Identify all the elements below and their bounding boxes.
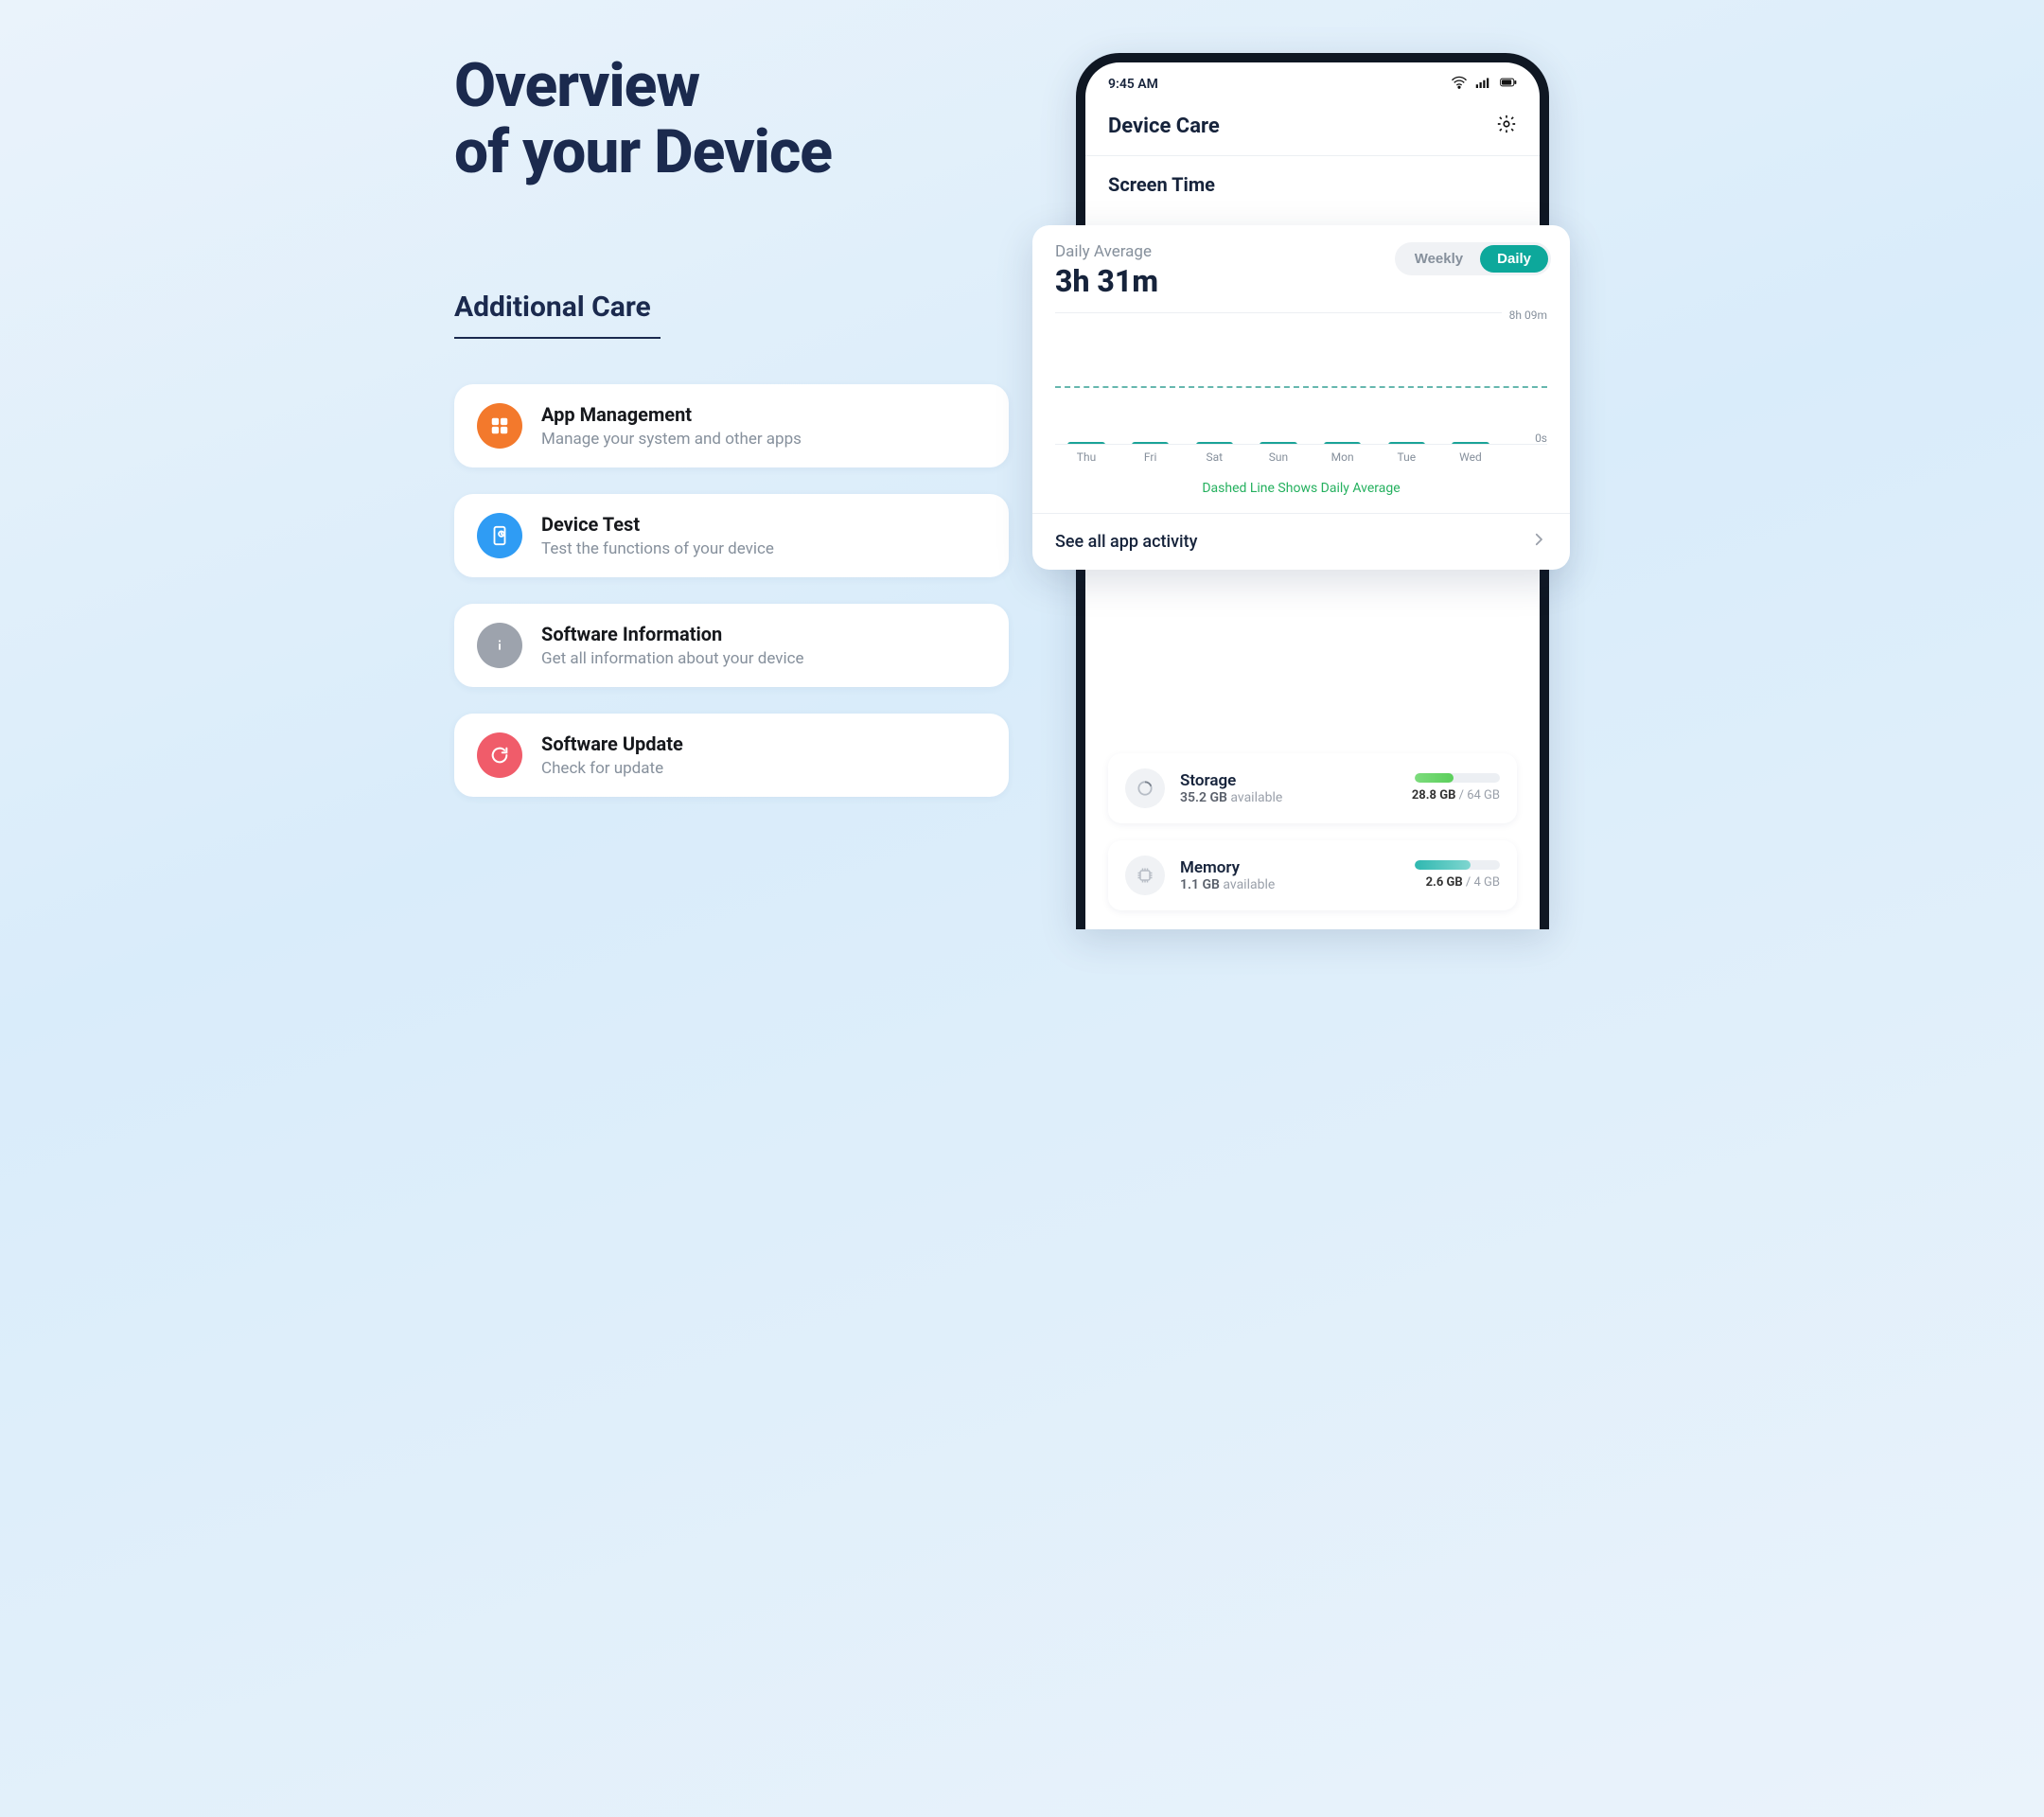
chart-bar[interactable] [1059,442,1114,445]
memory-nums: 2.6 GB / 4 GB [1426,875,1500,890]
settings-button[interactable] [1496,114,1517,138]
chart-ymin: 0s [1535,432,1547,445]
chart-bar[interactable] [1315,442,1370,445]
chart-caption: Dashed Line Shows Daily Average [1032,467,1570,513]
storage-icon [1125,768,1165,808]
chart-bar[interactable] [1251,442,1306,445]
chart-bar-label: Wed [1443,450,1498,464]
section-title: Additional Care [454,291,661,339]
screen-time-label: Screen Time [1085,156,1540,205]
refresh-icon [477,732,522,778]
app-header-title: Device Care [1108,115,1220,138]
phone-mockup: 9:45 AM Device Care Screen Time [1076,53,1549,929]
storage-nums: 28.8 GB / 64 GB [1412,788,1500,803]
care-item-subtitle: Check for update [541,759,683,778]
care-item-title: Device Test [541,513,774,536]
chart-bar[interactable] [1443,442,1498,445]
chart-bar[interactable] [1379,442,1434,445]
signal-icon [1475,76,1492,93]
page-title: Overview of your Device [454,53,1009,186]
chart-bar-label: Mon [1315,450,1370,464]
chart-bar-label: Sat [1187,450,1242,464]
see-all-activity[interactable]: See all app activity [1032,513,1570,570]
storage-name: Storage [1180,771,1397,790]
storage-progress [1415,773,1500,783]
memory-card[interactable]: Memory 1.1 GB available 2.6 GB / 4 GB [1108,840,1517,910]
phone-check-icon [477,513,522,558]
screen-time-card: Daily Average 3h 31m Weekly Daily 8h 09m… [1032,225,1570,570]
see-all-label: See all app activity [1055,532,1197,552]
chart-bar[interactable] [1187,442,1242,445]
memory-icon [1125,856,1165,895]
care-item-subtitle: Manage your system and other apps [541,430,802,449]
storage-card[interactable]: Storage 35.2 GB available 28.8 GB / 64 G… [1108,753,1517,823]
care-item-subtitle: Test the functions of your device [541,539,774,558]
care-item-device-test[interactable]: Device Test Test the functions of your d… [454,494,1009,577]
page-title-line1: Overview [454,50,699,121]
care-item-app-management[interactable]: App Management Manage your system and ot… [454,384,1009,467]
daily-average-value: 3h 31m [1055,263,1158,299]
page-title-line2: of your Device [454,116,832,187]
care-item-subtitle: Get all information about your device [541,649,804,668]
battery-icon [1500,76,1517,93]
memory-name: Memory [1180,858,1400,877]
chart-bar-label: Sun [1251,450,1306,464]
care-list: App Management Manage your system and ot… [454,384,1009,797]
toggle-weekly[interactable]: Weekly [1398,245,1480,273]
chart-ymax: 8h 09m [1509,309,1547,322]
status-time: 9:45 AM [1108,77,1158,92]
daily-average-label: Daily Average [1055,242,1158,261]
period-toggle[interactable]: Weekly Daily [1395,242,1551,275]
storage-subtitle: 35.2 GB available [1180,790,1397,805]
chart-bar-label: Fri [1123,450,1178,464]
toggle-daily[interactable]: Daily [1480,245,1548,273]
chevron-right-icon [1530,531,1547,553]
screen-time-chart: 8h 09m 0s Thu Fri Sat Sun Mon Tue Wed [1032,299,1570,467]
wifi-icon [1451,76,1468,93]
info-icon [477,623,522,668]
care-item-title: App Management [541,403,802,426]
care-item-software-information[interactable]: Software Information Get all information… [454,604,1009,687]
care-item-title: Software Information [541,623,804,645]
chart-bar[interactable] [1123,442,1178,445]
memory-subtitle: 1.1 GB available [1180,877,1400,892]
gear-icon [1496,120,1517,138]
grid-icon [477,403,522,449]
average-line [1055,386,1547,388]
chart-bar-label: Thu [1059,450,1114,464]
care-item-title: Software Update [541,732,683,755]
status-bar: 9:45 AM [1085,62,1540,100]
care-item-software-update[interactable]: Software Update Check for update [454,714,1009,797]
app-header: Device Care [1085,100,1540,156]
chart-bar-label: Tue [1379,450,1434,464]
memory-progress [1415,860,1500,870]
